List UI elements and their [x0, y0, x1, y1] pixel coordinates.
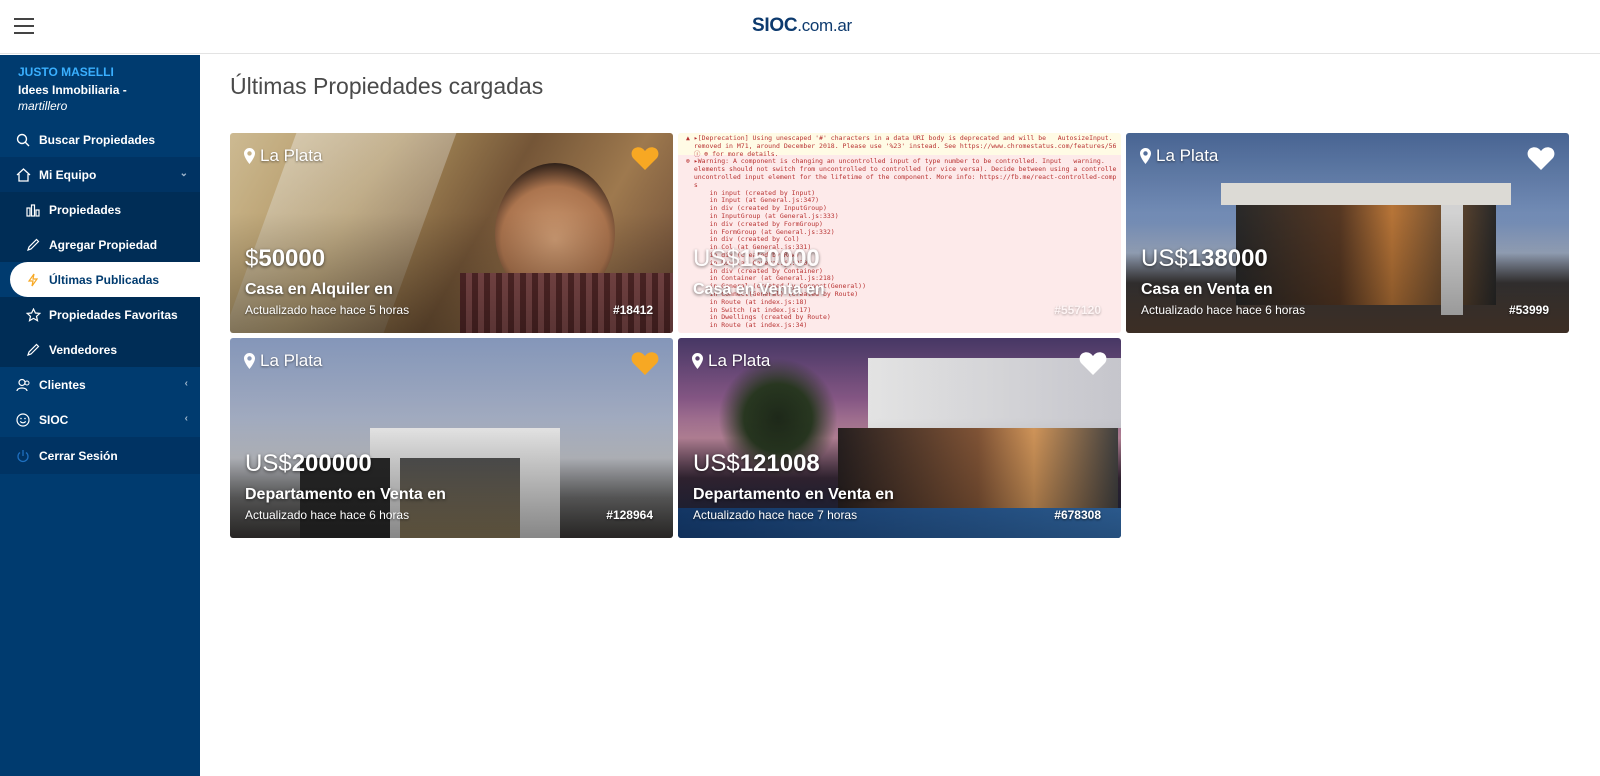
- property-type: Departamento en Venta en: [693, 486, 894, 503]
- property-code: #557120: [1054, 303, 1101, 317]
- favorite-heart-icon[interactable]: [631, 350, 659, 376]
- sidebar-item-sioc[interactable]: SIOC ‹: [0, 402, 200, 437]
- property-price: US$138000: [1141, 245, 1268, 272]
- sidebar-item-label: Cerrar Sesión: [39, 448, 118, 463]
- sidebar-item-clientes[interactable]: Clientes ‹: [0, 367, 200, 402]
- sidebar-item-propiedades-favoritas[interactable]: Propiedades Favoritas: [0, 297, 200, 332]
- sidebar-item-label: Agregar Propiedad: [49, 237, 158, 252]
- sidebar-item-label: Propiedades: [49, 202, 122, 217]
- property-price: US$150000: [693, 245, 820, 272]
- bar-chart-icon: [25, 202, 41, 218]
- property-card[interactable]: ▲ ▸[Deprecation] Using unescaped '#' cha…: [678, 133, 1121, 333]
- chevron-left-icon: ‹: [184, 413, 188, 424]
- property-updated: Actualizado hace hace 5 horas: [245, 303, 410, 317]
- property-location: La Plata: [244, 351, 322, 371]
- map-pin-icon: [244, 353, 255, 369]
- sidebar-item-label: Propiedades Favoritas: [49, 307, 178, 322]
- property-location: La Plata: [1140, 146, 1218, 166]
- property-price: $50000: [245, 245, 326, 272]
- property-updated: Actualizado hace hace 7 horas: [693, 508, 858, 522]
- hamburger-menu-icon[interactable]: [14, 18, 34, 34]
- property-type: Casa en Venta en: [1141, 281, 1273, 298]
- map-pin-icon: [1140, 148, 1151, 164]
- property-type: Casa en Alquiler en: [245, 281, 393, 298]
- property-updated: Actualizado hace hace 6 horas: [1141, 303, 1306, 317]
- property-updated: Actualizado hace hace 6 horas: [245, 508, 410, 522]
- property-card[interactable]: La Plata US$121008 Departamento en Venta…: [678, 338, 1121, 538]
- sidebar-item-ultimas-publicadas[interactable]: Últimas Publicadas: [10, 262, 200, 297]
- favorite-heart-icon[interactable]: [1527, 145, 1555, 171]
- property-type: Casa en Venta en: [693, 281, 825, 298]
- home-icon: [15, 167, 31, 183]
- page-title: Últimas Propiedades cargadas: [230, 73, 544, 99]
- top-bar: SIOC.com.ar: [0, 0, 1600, 54]
- chevron-down-icon: ⌄: [179, 168, 188, 179]
- sidebar-item-buscar-propiedades[interactable]: Buscar Propiedades: [0, 122, 200, 157]
- property-price: US$200000: [245, 450, 372, 477]
- property-code: #53999: [1508, 303, 1549, 317]
- sidebar-item-propiedades[interactable]: Propiedades: [0, 192, 200, 227]
- map-pin-icon: [244, 148, 255, 164]
- sidebar: JUSTO MASELLI Idees Inmobiliaria - marti…: [0, 55, 200, 776]
- property-card[interactable]: La Plata US$138000 Casa en Venta en Actu…: [1126, 133, 1569, 333]
- sidebar-item-label: Buscar Propiedades: [39, 132, 156, 147]
- user-name: JUSTO MASELLI: [18, 65, 114, 79]
- property-card[interactable]: La Plata US$200000 Departamento en Venta…: [230, 338, 673, 538]
- property-code: #678308: [1054, 508, 1101, 522]
- property-location: La Plata: [692, 351, 770, 371]
- user-org: Idees Inmobiliaria -: [18, 83, 127, 97]
- main-content: Últimas Propiedades cargadas La Plata $5…: [200, 55, 1600, 776]
- favorite-heart-icon[interactable]: [631, 145, 659, 171]
- sidebar-item-label: Mi Equipo: [39, 167, 97, 182]
- favorite-heart-icon[interactable]: [1079, 350, 1107, 376]
- star-icon: [25, 307, 41, 323]
- property-type: Departamento en Venta en: [245, 486, 446, 503]
- sidebar-item-label: Clientes: [39, 377, 86, 392]
- property-price: US$121008: [693, 450, 820, 477]
- power-icon: [15, 448, 31, 464]
- sidebar-item-mi-equipo[interactable]: Mi Equipo ⌄: [0, 157, 200, 192]
- map-pin-icon: [692, 353, 703, 369]
- user-role: martillero: [18, 99, 68, 113]
- property-card[interactable]: La Plata $50000 Casa en Alquiler en Actu…: [230, 133, 673, 333]
- smiley-icon: [15, 412, 31, 428]
- sidebar-item-agregar-propiedad[interactable]: Agregar Propiedad: [0, 227, 200, 262]
- sidebar-item-vendedores[interactable]: Vendedores: [0, 332, 200, 367]
- site-logo[interactable]: SIOC.com.ar: [752, 15, 852, 37]
- sidebar-item-label: SIOC: [39, 412, 69, 427]
- sidebar-item-label: Últimas Publicadas: [49, 272, 160, 287]
- search-icon: [15, 132, 31, 148]
- chevron-left-icon: ‹: [184, 378, 188, 389]
- lightning-icon: [25, 272, 41, 288]
- property-code: #128964: [606, 508, 653, 522]
- sidebar-item-cerrar-sesion[interactable]: Cerrar Sesión: [0, 437, 200, 474]
- property-location: La Plata: [244, 146, 322, 166]
- pencil-icon: [25, 342, 41, 358]
- property-code: #18412: [612, 303, 653, 317]
- pencil-icon: [25, 237, 41, 253]
- sidebar-item-label: Vendedores: [49, 342, 118, 357]
- user-info: JUSTO MASELLI Idees Inmobiliaria - marti…: [0, 55, 200, 122]
- users-icon: [15, 377, 31, 393]
